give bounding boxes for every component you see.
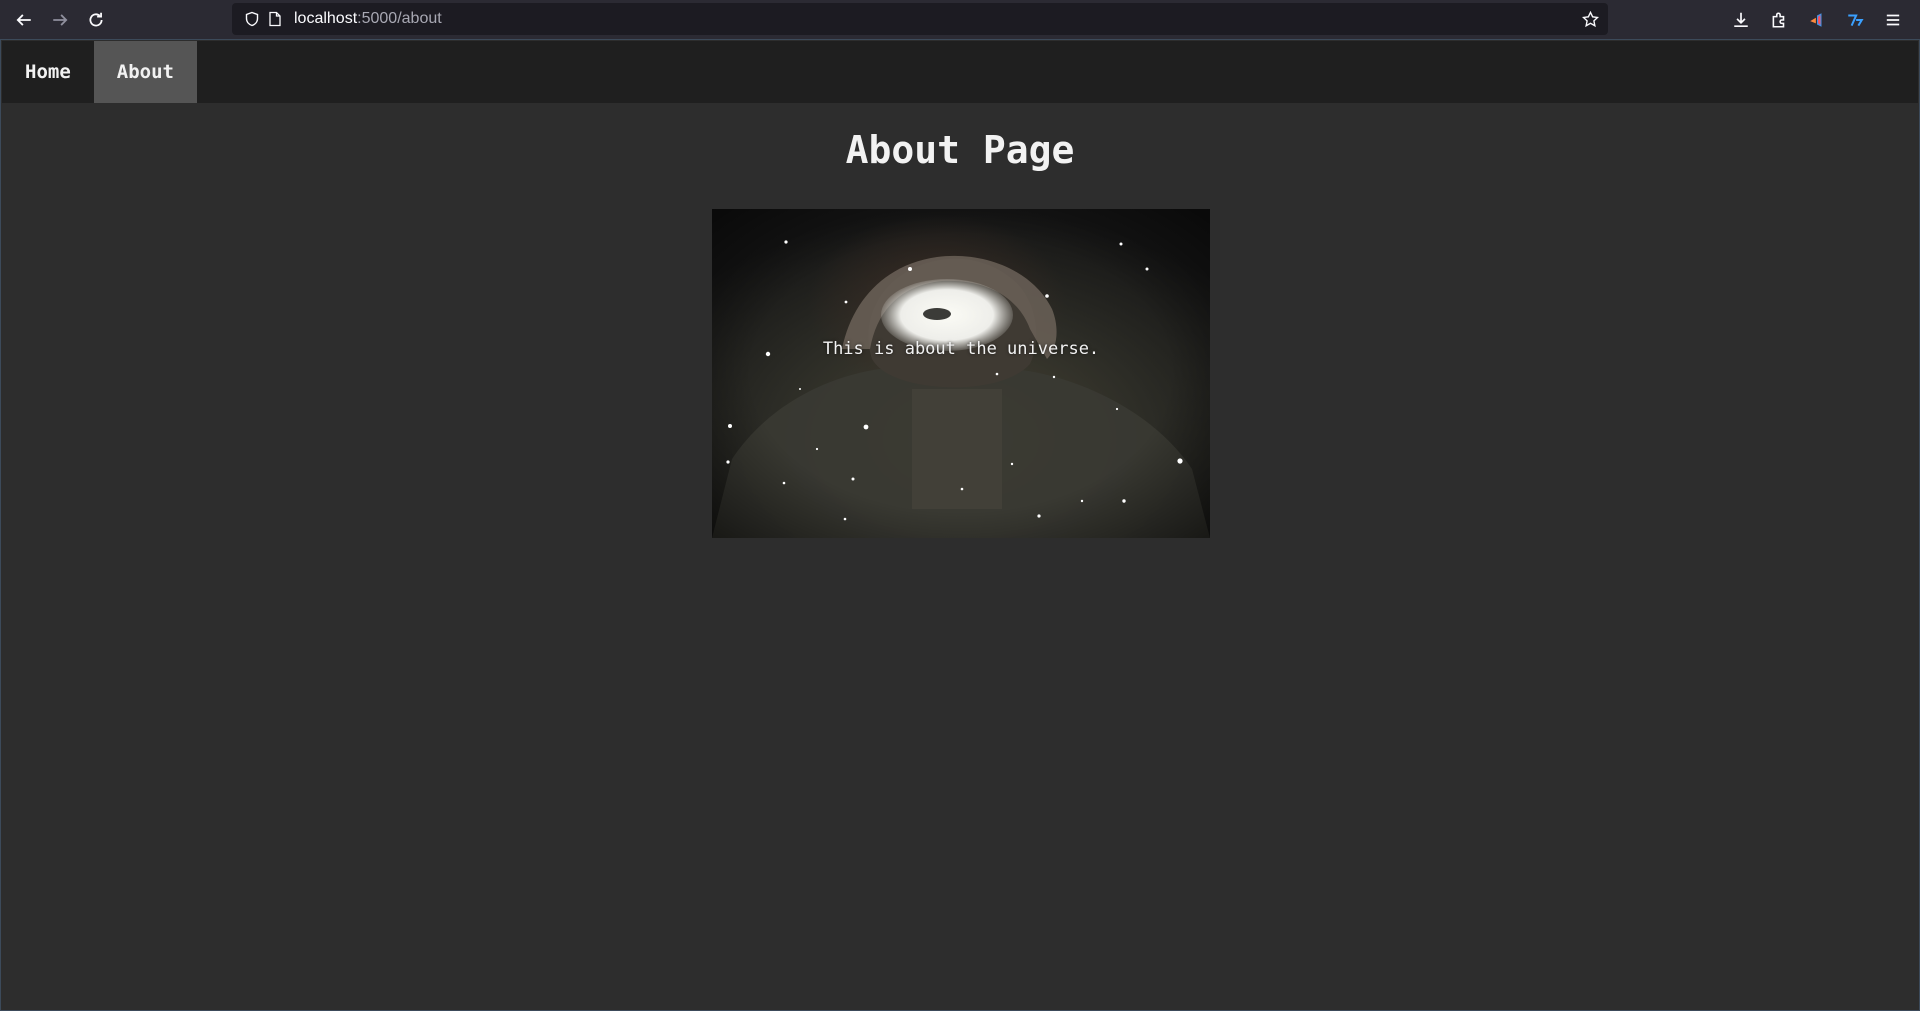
browser-toolbar: localhost:5000/about [0, 0, 1920, 39]
page-title: About Page [845, 128, 1075, 172]
back-arrow-icon[interactable] [6, 2, 42, 38]
forward-arrow-icon[interactable] [42, 2, 78, 38]
top-navigation: Home About [2, 41, 1918, 103]
star-icon[interactable] [1578, 7, 1602, 31]
reload-icon[interactable] [78, 2, 114, 38]
nav-link-home[interactable]: Home [2, 41, 94, 103]
universe-image: This is about the universe. [712, 209, 1210, 538]
page-icon [264, 7, 286, 31]
url-text: localhost:5000/about [294, 10, 442, 28]
menu-icon[interactable] [1874, 2, 1912, 38]
page-viewport: Home About About Page This is about the … [0, 39, 1920, 1011]
download-icon[interactable] [1722, 2, 1760, 38]
url-path: :5000/about [357, 10, 442, 27]
toolbar-right [1722, 0, 1912, 39]
navigation-buttons [6, 2, 114, 38]
universe-illustration [712, 209, 1210, 538]
image-caption: This is about the universe. [822, 339, 1100, 359]
address-bar[interactable]: localhost:5000/about [232, 3, 1608, 35]
extension-a-icon[interactable] [1798, 2, 1836, 38]
url-host: localhost [294, 10, 358, 27]
extensions-icon[interactable] [1760, 2, 1798, 38]
nav-link-about[interactable]: About [93, 41, 197, 103]
shield-icon[interactable] [240, 7, 264, 31]
extension-b-icon[interactable] [1836, 2, 1874, 38]
